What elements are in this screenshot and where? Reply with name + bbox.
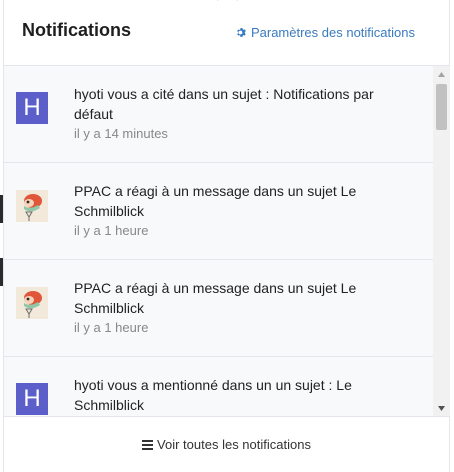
notification-time: il y a 14 minutes	[74, 126, 168, 141]
notification-settings-link[interactable]: Paramètres des notifications	[236, 25, 415, 40]
notifications-panel: Notifications Paramètres des notificatio…	[3, 0, 450, 472]
avatar: H	[16, 92, 48, 124]
avatar	[16, 287, 48, 319]
scroll-up-arrow-icon[interactable]	[433, 66, 450, 82]
view-all-notifications-link[interactable]: Voir toutes les notifications	[142, 437, 311, 452]
panel-header: Notifications Paramètres des notificatio…	[4, 0, 449, 66]
avatar: H	[16, 383, 48, 415]
scrollbar[interactable]	[433, 66, 450, 416]
avatar	[16, 190, 48, 222]
notification-item[interactable]: PPAC a réagi à un message dans un sujet …	[4, 163, 433, 260]
notification-list: H hyoti vous a cité dans un sujet : Noti…	[4, 66, 433, 416]
notification-message: PPAC a réagi à un message dans un sujet …	[74, 280, 357, 316]
notification-message: hyoti vous a mentionné dans un un sujet …	[74, 377, 352, 413]
notification-item[interactable]: H hyoti vous a cité dans un sujet : Noti…	[4, 66, 433, 163]
notification-time: il y a 1 heure	[74, 223, 149, 238]
notification-item[interactable]: H hyoti vous a mentionné dans un un suje…	[4, 357, 433, 416]
gear-icon	[237, 27, 246, 38]
notification-item[interactable]: PPAC a réagi à un message dans un sujet …	[4, 260, 433, 357]
list-icon	[142, 439, 154, 450]
panel-title: Notifications	[22, 20, 132, 40]
notification-message: hyoti vous a cité dans un sujet : Notifi…	[74, 86, 374, 122]
scroll-down-arrow-icon[interactable]	[433, 400, 450, 416]
panel-footer: Voir toutes les notifications	[4, 416, 449, 472]
notification-message: PPAC a réagi à un message dans un sujet …	[74, 183, 357, 219]
settings-label: Paramètres des notifications	[250, 25, 415, 40]
notification-time: il y a 1 heure	[74, 320, 149, 335]
view-all-label: Voir toutes les notifications	[157, 437, 311, 452]
scrollbar-thumb[interactable]	[436, 84, 447, 130]
